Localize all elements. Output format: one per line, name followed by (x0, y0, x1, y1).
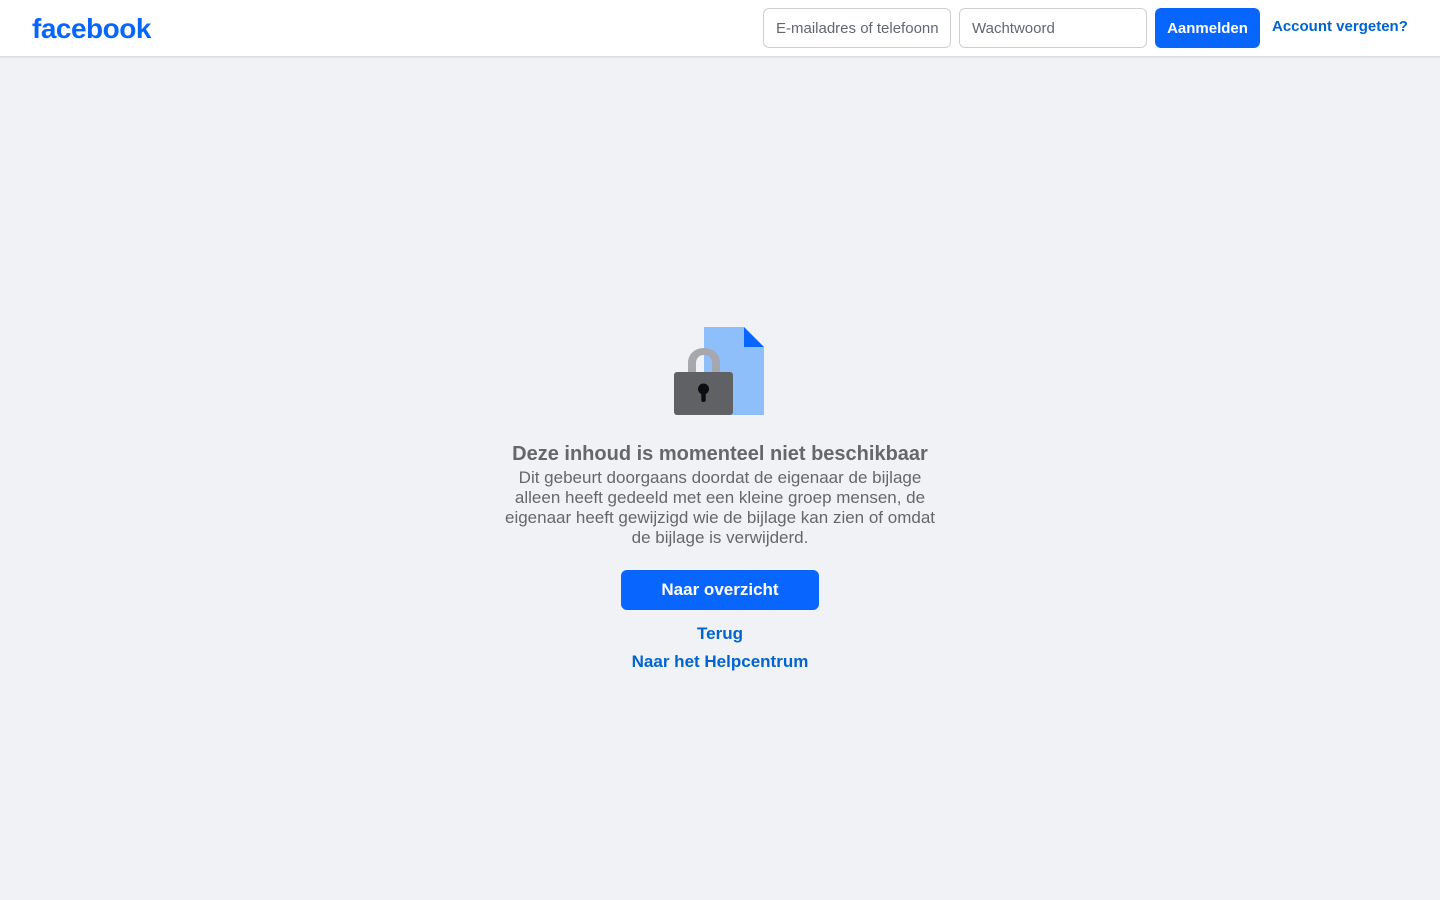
help-center-link[interactable]: Naar het Helpcentrum (632, 648, 809, 676)
facebook-logo[interactable]: facebook (32, 12, 154, 44)
login-button[interactable]: Aanmelden (1155, 8, 1260, 48)
facebook-logo-icon: facebook (32, 13, 152, 44)
go-to-feed-button[interactable]: Naar overzicht (621, 570, 819, 610)
svg-text:facebook: facebook (32, 13, 152, 44)
forgot-account-link[interactable]: Account vergeten? (1272, 18, 1408, 35)
page-title: Deze inhoud is momenteel niet beschikbaa… (512, 443, 928, 465)
lock-document-icon (674, 327, 764, 415)
back-link[interactable]: Terug (697, 620, 743, 648)
unavailable-description: Dit gebeurt doorgaans doordat de eigenaa… (505, 468, 935, 547)
top-bar: facebook Aanmelden Account vergeten? (0, 0, 1440, 57)
unavailable-content-panel: Deze inhoud is momenteel niet beschikbaa… (0, 327, 1440, 676)
email-or-phone-input[interactable] (763, 8, 951, 48)
password-input[interactable] (959, 8, 1147, 48)
